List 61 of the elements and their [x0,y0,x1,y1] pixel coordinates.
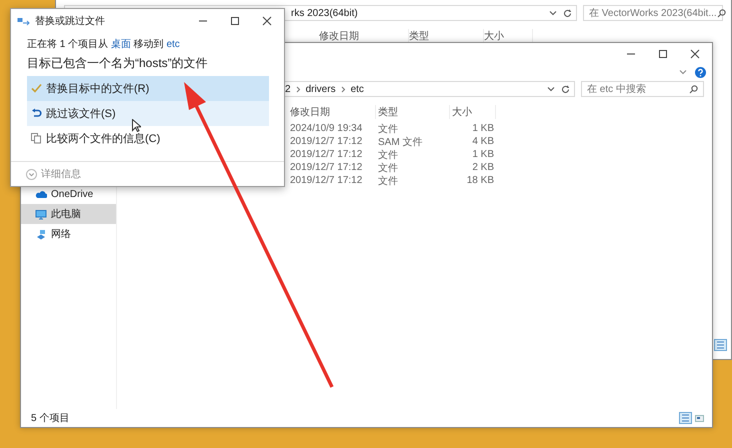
size-cell-text: 18 KB [466,175,495,186]
nav-item[interactable]: OneDrive [21,184,116,204]
size-cell-text: 2 KB [471,162,495,173]
undo-arrow-icon [31,108,42,119]
documents-icon [31,133,42,144]
date-cell-text: 2019/12/7 17:12 [289,149,364,160]
option-button[interactable]: 替换目标中的文件(R) [27,76,269,101]
network-icon [35,228,47,240]
size-cell-text: 1 KB [471,123,495,134]
type-cell-text: 文件 [377,174,399,188]
type-cell-text: SAM 文件 [377,136,424,148]
breadcrumb[interactable]: rks 2023(64bit) [291,8,358,18]
chevron-icon [679,68,687,76]
column-header[interactable]: 大小 [450,105,496,119]
help-icon [695,66,706,78]
close-icon [262,16,272,26]
search-field[interactable]: 在 VectorWorks 2023(64bit... [583,5,723,21]
details-view-icon [714,339,727,351]
chevron-right-icon [340,86,346,92]
maximize-icon [230,16,240,26]
nav-item[interactable]: 网络 [21,224,116,244]
size-cell-text: 1 KB [471,149,495,160]
chevron-circle-icon [26,168,37,180]
search-icon [716,8,726,18]
dropdown-icon [547,85,555,93]
dropdown-icon [549,9,557,17]
date-cell-text: 2019/12/7 17:12 [289,162,364,173]
refresh-icon [561,84,570,94]
type-cell-text: 文件 [377,148,399,162]
thumbnail-view-icon [695,414,704,422]
date-cell-text: 2024/10/9 19:34 [289,123,364,134]
refresh-icon [563,8,572,18]
dialog-heading: 目标已包含一个名为“hosts”的文件 [27,55,209,72]
column-header[interactable]: 类型 [376,105,450,119]
column-header[interactable]: 修改日期 [288,105,376,119]
close-icon [690,49,700,59]
move-files-icon [17,16,31,26]
status-text: 5 个项目 [31,412,70,425]
breadcrumb[interactable]: 2 [285,84,291,94]
search-field[interactable]: 在 etc 中搜索 [581,81,704,97]
details-view-icon [679,412,692,424]
nav-item[interactable]: 此电脑 [21,204,116,224]
source-link[interactable]: 桌面 [110,39,131,50]
size-cell-text: 4 KB [471,136,495,147]
type-cell-text: 文件 [377,122,399,136]
computer-icon [35,208,47,220]
date-cell-text: 2019/12/7 17:12 [289,136,364,147]
search-icon [689,84,698,94]
move-description: 正在将 1 个项目从 桌面 移动到 etc [27,38,181,51]
maximize-icon [658,49,668,59]
destination-link[interactable]: etc [166,39,180,50]
breadcrumb[interactable]: etc [350,84,364,94]
cloud-icon [35,188,47,200]
details-toggle[interactable]: 详细信息 [26,167,81,181]
mouse-cursor-icon [132,119,141,132]
checkmark-icon [31,83,42,94]
breadcrumb[interactable]: drivers [306,84,336,94]
option-button[interactable]: 跳过该文件(S) [27,101,269,126]
type-cell-text: 文件 [377,162,399,174]
chevron-right-icon [296,86,301,92]
date-cell-text: 2019/12/7 17:12 [289,175,364,186]
